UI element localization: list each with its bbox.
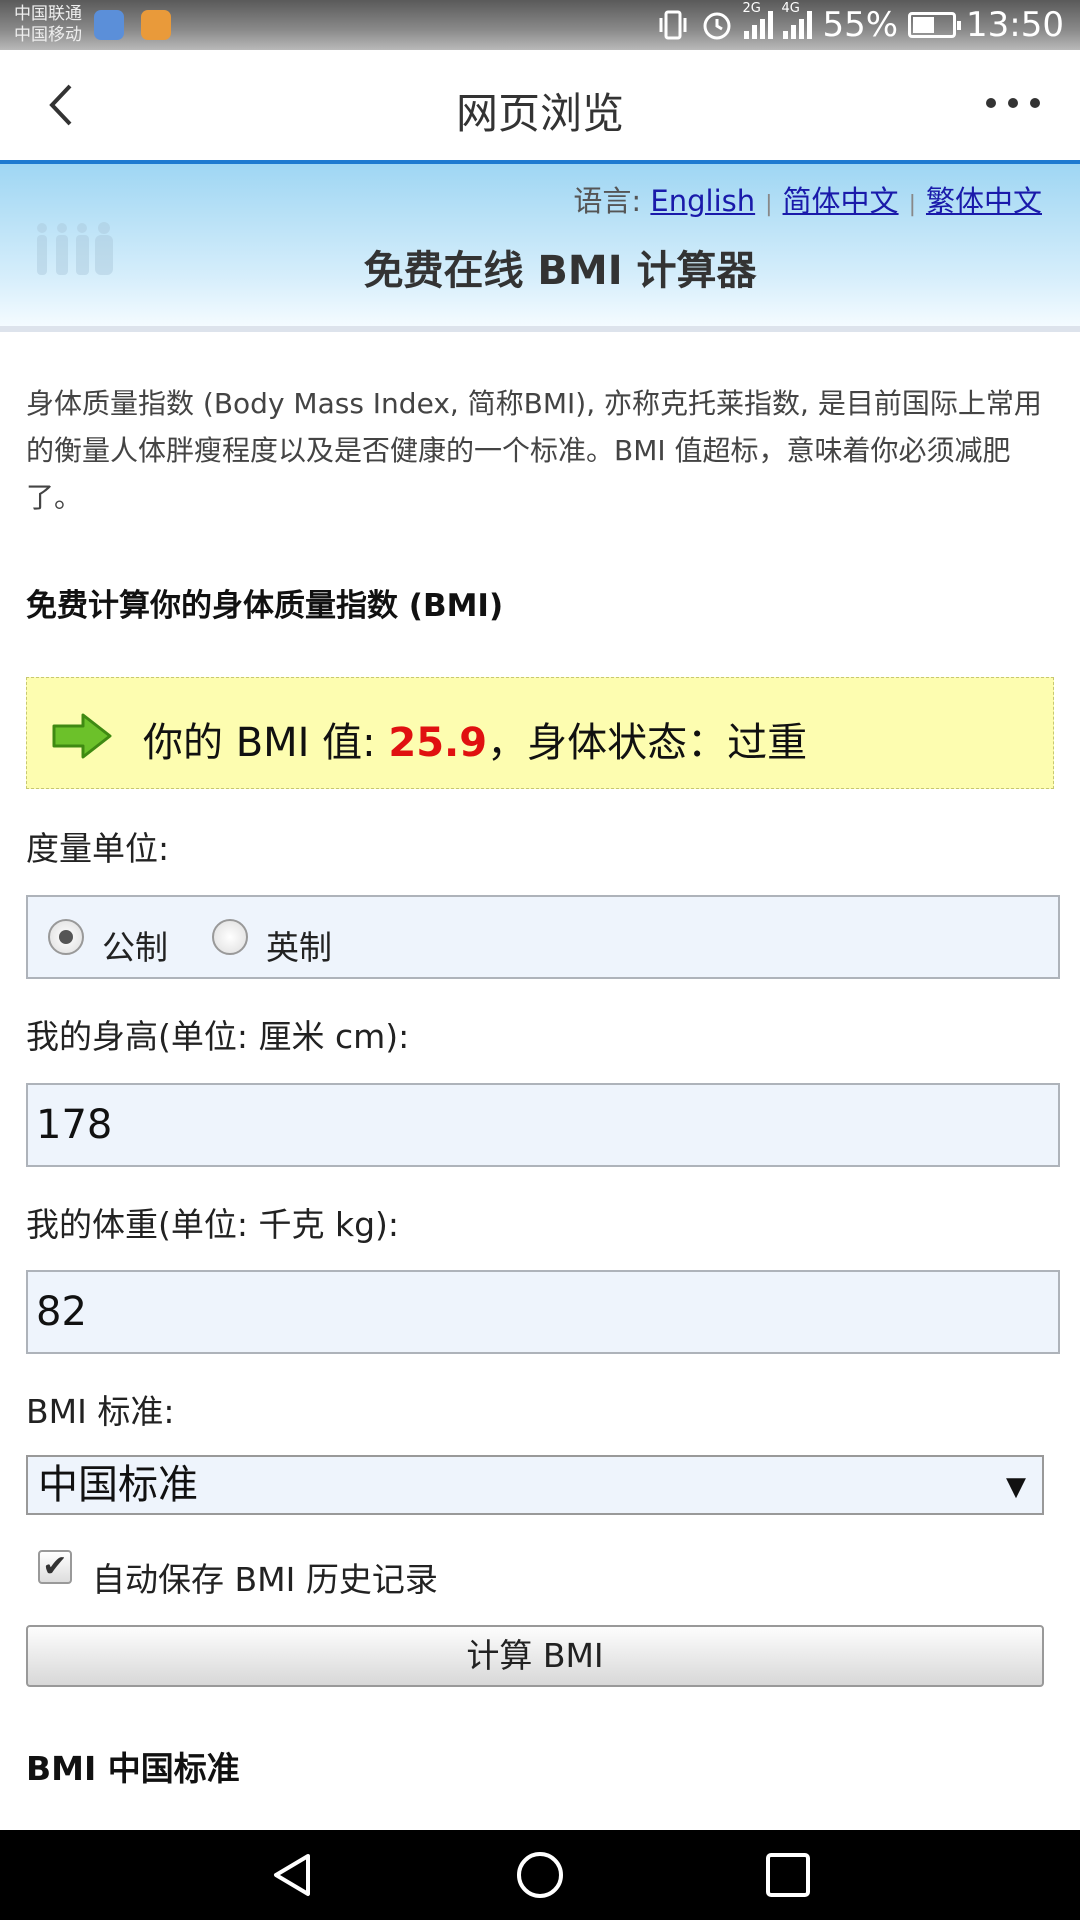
network-2-label: 4G	[781, 1, 800, 16]
alarm-icon	[703, 12, 731, 40]
unit-selector: 公制 英制	[26, 895, 1060, 979]
calculate-button[interactable]: 计算 BMI	[26, 1625, 1044, 1687]
standard-label: BMI 标准:	[26, 1392, 175, 1431]
standard-select[interactable]: 中国标准 ▼	[26, 1455, 1044, 1515]
page-title: 免费在线 BMI 计算器	[363, 248, 757, 294]
unit-label: 度量单位:	[26, 829, 170, 868]
bmi-value: 25.9	[388, 720, 488, 766]
system-nav-bar	[0, 1830, 1080, 1920]
autosave-label[interactable]: 自动保存 BMI 历史记录	[92, 1553, 438, 1601]
carrier-1: 中国联通	[14, 4, 82, 24]
signal-1-icon: 2G	[742, 1, 774, 39]
metric-radio[interactable]	[48, 919, 84, 955]
language-switcher: 语言: English | 简体中文 | 繁体中文	[573, 184, 1042, 218]
weight-input[interactable]: 82	[26, 1270, 1060, 1354]
calculator-heading: 免费计算你的身体质量指数 (BMI)	[26, 588, 504, 624]
signal-2-icon: 4G	[781, 1, 813, 39]
network-1-label: 2G	[742, 1, 761, 16]
result-status: ，身体状态：过重	[487, 720, 808, 766]
weight-label: 我的体重(单位: 千克 kg):	[26, 1205, 400, 1244]
height-label: 我的身高(单位: 厘米 cm):	[26, 1017, 410, 1056]
dropdown-caret-icon: ▼	[1006, 1472, 1026, 1502]
site-header: 语言: English | 简体中文 | 繁体中文 免费在线 BMI 计算器	[0, 164, 1080, 332]
more-options-icon[interactable]	[986, 98, 1040, 108]
vibrate-icon	[659, 10, 687, 40]
result-box: 你的 BMI 值: 25.9，身体状态：过重	[26, 677, 1054, 789]
nav-recents-icon[interactable]	[763, 1850, 813, 1900]
lang-traditional-link[interactable]: 繁体中文	[926, 184, 1042, 218]
arrow-right-icon	[52, 713, 112, 759]
clock: 13:50	[966, 5, 1064, 45]
lang-simplified-link[interactable]: 简体中文	[783, 184, 899, 218]
lang-english-link[interactable]: English	[650, 184, 755, 218]
nav-back-icon[interactable]	[268, 1850, 318, 1900]
notification-health-icon	[141, 10, 171, 40]
carrier-2: 中国移动	[14, 25, 82, 45]
battery-percent: 55%	[822, 5, 899, 45]
standard-section-heading: BMI 中国标准	[26, 1749, 240, 1788]
imperial-label[interactable]: 英制	[266, 921, 332, 969]
imperial-radio[interactable]	[212, 919, 248, 955]
status-bar: 中国联通 中国移动 2G 4G 55% 13:50	[0, 0, 1080, 50]
result-prefix: 你的 BMI 值:	[143, 720, 389, 766]
autosave-checkbox[interactable]: ✔	[38, 1550, 72, 1584]
nav-home-icon[interactable]	[515, 1850, 565, 1900]
toolbar-title: 网页浏览	[455, 89, 624, 138]
metric-label[interactable]: 公制	[102, 921, 168, 969]
language-label: 语言:	[573, 184, 642, 218]
battery-icon	[908, 12, 962, 38]
browser-toolbar: 网页浏览	[0, 50, 1080, 162]
height-input[interactable]: 178	[26, 1083, 1060, 1167]
intro-text: 身体质量指数 (Body Mass Index, 简称BMI), 亦称克托莱指数…	[26, 387, 1042, 514]
notification-app-icon	[94, 10, 124, 40]
carrier-info: 中国联通 中国移动	[14, 4, 82, 46]
standard-selected: 中国标准	[38, 1462, 198, 1508]
